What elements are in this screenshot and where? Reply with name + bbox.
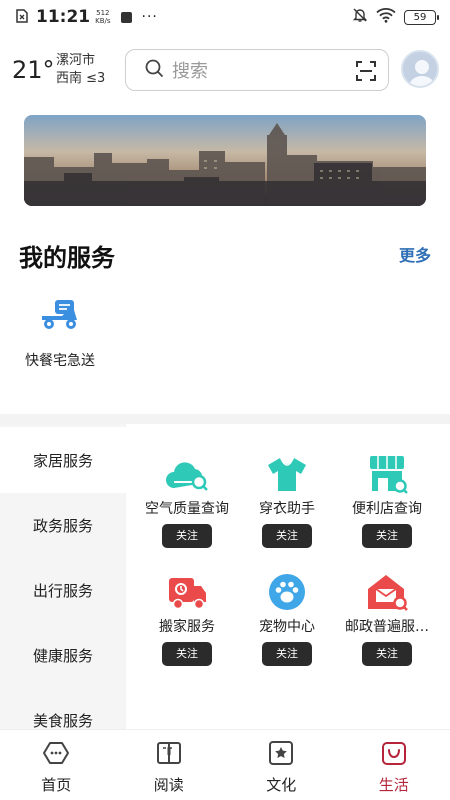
service-name: 便利店查询 [352,501,422,517]
store-icon [366,454,408,494]
network-speed: 512 KB/s [95,9,110,25]
follow-button[interactable]: 关注 [362,524,412,548]
network-speed-unit: KB/s [95,17,111,25]
home-icon [43,740,70,770]
follow-button[interactable]: 关注 [262,524,312,548]
city-name: 漯河市 [56,53,96,68]
header: 21° 漯河市 西南 ≤3 搜索 [0,34,450,112]
notification-icon [120,11,132,23]
banner-section [0,112,450,218]
service-dressing-assistant[interactable]: 穿衣助手 关注 [232,454,342,548]
nav-item-read[interactable]: 阅读 [113,730,226,800]
service-pet-center[interactable]: 宠物中心 关注 [232,572,342,666]
nav-item-culture[interactable]: 文化 [225,730,338,800]
sim-icon [16,8,28,27]
avatar[interactable] [401,50,439,88]
temperature: 21° [12,56,55,84]
follow-button[interactable]: 关注 [262,642,312,666]
follow-button[interactable]: 关注 [162,524,212,548]
more-link[interactable]: 更多 [399,242,431,266]
network-speed-value: 512 [96,9,110,17]
service-air-quality[interactable]: 空气质量查询 关注 [132,454,242,548]
service-name: 空气质量查询 [145,501,229,517]
nav-label: 生活 [378,776,409,794]
weather-location: 漯河市 西南 ≤3 [56,52,105,88]
service-name: 穿衣助手 [259,501,315,517]
book-icon [156,740,182,770]
search-bar[interactable]: 搜索 [125,49,389,91]
wifi-icon [376,7,396,27]
sidebar-item-home-services[interactable]: 家居服务 [0,427,126,493]
service-item-fast-delivery[interactable]: 快餐宅急送 [22,298,98,370]
scan-icon[interactable] [356,61,376,81]
nav-item-life[interactable]: 生活 [338,730,450,800]
search-placeholder: 搜索 [172,61,208,82]
life-icon [381,740,407,770]
bottom-navigation: 首页 阅读 文化 生活 [0,729,450,800]
service-name: 邮政普遍服… [345,619,429,635]
tshirt-icon [266,454,308,494]
nav-label: 文化 [266,776,297,794]
nav-item-home[interactable]: 首页 [0,730,113,800]
scooter-icon [40,300,80,336]
nav-label: 首页 [41,776,72,794]
service-convenience-store[interactable]: 便利店查询 关注 [332,454,442,548]
section-title: 我的服务 [19,244,115,272]
nav-label: 阅读 [153,776,184,794]
status-time: 11:21 [36,7,91,27]
battery-icon: 59 [404,9,439,25]
follow-button[interactable]: 关注 [162,642,212,666]
service-name: 搬家服务 [159,619,215,635]
mute-bell-icon [352,7,368,27]
service-moving[interactable]: 搬家服务 关注 [132,572,242,666]
wind-info: 西南 ≤3 [56,71,106,86]
sidebar-item-travel-services[interactable]: 出行服务 [0,557,126,623]
moving-truck-icon [166,572,208,612]
city-banner-image[interactable] [24,115,426,206]
paw-icon [266,572,308,612]
air-quality-icon [166,454,208,494]
category-panel: 家居服务 政务服务 出行服务 健康服务 美食服务 空气质量查询 关注 穿衣助手 … [0,424,450,730]
service-item-label: 快餐宅急送 [25,353,95,369]
sidebar-item-government-services[interactable]: 政务服务 [0,492,126,558]
service-name: 宠物中心 [259,619,315,635]
search-icon [144,58,164,82]
more-notifications-icon: ··· [141,9,158,25]
sidebar-item-health-services[interactable]: 健康服务 [0,622,126,688]
my-services-section: 我的服务 更多 快餐宅急送 [0,218,450,414]
service-postal[interactable]: 邮政普遍服… 关注 [332,572,442,666]
follow-button[interactable]: 关注 [362,642,412,666]
status-bar: 11:21 512 KB/s ··· 59 [0,0,450,34]
category-sidebar: 家居服务 政务服务 出行服务 健康服务 美食服务 [0,424,126,730]
culture-icon [268,740,294,770]
post-office-icon [366,572,408,612]
